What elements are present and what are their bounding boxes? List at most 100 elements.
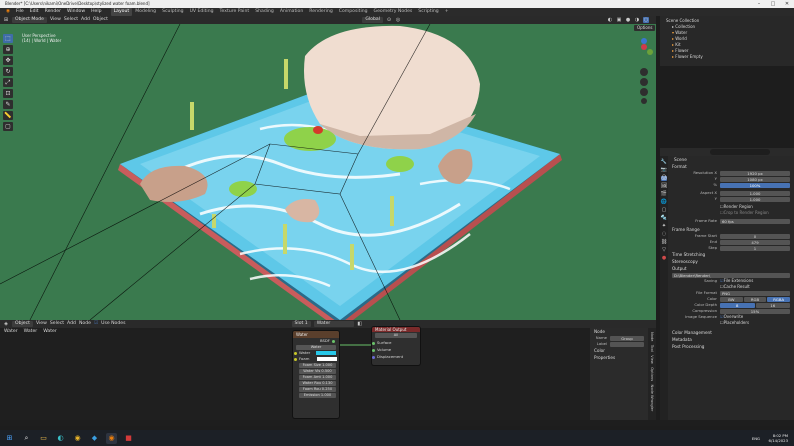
volume-socket[interactable] (372, 348, 375, 352)
output-path-input[interactable]: D:\Blender\Render\ (672, 272, 790, 278)
add-workspace-button[interactable]: + (442, 8, 452, 16)
select-box-icon[interactable]: ⬚ (3, 34, 13, 43)
workspace-tab-sculpting[interactable]: Sculpting (159, 8, 186, 16)
object-tab-icon[interactable]: ▢ (662, 208, 667, 213)
node-select-menu[interactable]: Select (50, 321, 64, 327)
select-menu[interactable]: Select (64, 17, 78, 23)
material-tab-icon[interactable]: ● (662, 256, 666, 261)
material-selector[interactable]: Water (313, 321, 354, 327)
surface-socket[interactable] (372, 341, 375, 345)
depth-8-button[interactable]: 8 (720, 302, 755, 308)
slot-selector[interactable]: Slot 1 (291, 321, 311, 327)
color-rgba-button[interactable]: RGBA (767, 296, 791, 302)
metadata-section-header[interactable]: Metadata (668, 336, 794, 343)
language-indicator[interactable]: ENG (752, 436, 760, 441)
output-section-header[interactable]: Output (668, 265, 794, 272)
water-color-socket[interactable] (294, 351, 297, 355)
breadcrumb-item[interactable]: Water (4, 329, 18, 335)
properties-search-input[interactable] (710, 149, 770, 155)
shader-type-selector[interactable]: Object (12, 321, 33, 327)
data-tab-icon[interactable]: ▽ (662, 248, 666, 253)
editor-type-icon[interactable]: ⊞ (3, 17, 9, 23)
close-icon[interactable]: ✕ (780, 0, 794, 8)
node-view-menu[interactable]: View (36, 321, 47, 327)
foam-roughness-field[interactable]: Foam Rou 0.250 (299, 387, 336, 392)
workspace-tab-layout[interactable]: Layout (110, 8, 133, 16)
options-button[interactable]: Options (634, 25, 656, 31)
breadcrumb-item[interactable]: Water (43, 329, 57, 335)
outliner-item[interactable]: ▸ Flower Empty (666, 54, 788, 60)
color-section-header[interactable]: Color (590, 347, 648, 354)
sidebar-tab-node[interactable]: Node (650, 332, 654, 341)
workspace-tab-modeling[interactable]: Modeling (132, 8, 159, 16)
shading-material-icon[interactable]: ◑ (634, 17, 640, 23)
foam-color-swatch[interactable] (317, 357, 338, 361)
target-selector[interactable]: All (375, 333, 417, 338)
sidebar-tab-tool[interactable]: Tool (650, 345, 654, 352)
rotate-icon[interactable]: ↻ (3, 67, 13, 76)
constraints-tab-icon[interactable]: ⛓ (661, 240, 667, 245)
view-layer-tab-icon[interactable]: 🖼 (661, 184, 667, 189)
minimize-icon[interactable]: – (752, 0, 766, 8)
chrome-icon[interactable]: ◉ (72, 433, 83, 444)
sidebar-tab-node-wrangler[interactable]: Node Wrangler (650, 385, 654, 412)
workspace-tab-shading[interactable]: Shading (252, 8, 277, 16)
resolution-x-field[interactable]: 1920 px (720, 170, 790, 176)
sidebar-tab-view[interactable]: View (650, 355, 654, 364)
file-explorer-icon[interactable]: ▭ (38, 433, 49, 444)
cursor-icon[interactable]: ⊕ (3, 45, 13, 54)
add-cube-icon[interactable]: ▢ (3, 122, 13, 131)
color-rgb-button[interactable]: RGB (743, 296, 767, 302)
sidebar-tab-options[interactable]: Options (650, 367, 654, 381)
output-tab-icon[interactable]: 🖨 (660, 176, 668, 181)
properties-section-header[interactable]: Properties (590, 354, 648, 361)
particles-tab-icon[interactable]: ✦ (662, 224, 666, 229)
node-section-header[interactable]: Node (590, 328, 648, 335)
frame-rate-selector[interactable]: 60 fps (720, 218, 790, 224)
transform-orientation-selector[interactable]: Global (362, 17, 383, 23)
aspect-x-field[interactable]: 1.000 (720, 190, 790, 196)
foam-amount-field[interactable]: Foam Amt 1.000 (299, 375, 336, 380)
post-processing-section-header[interactable]: Post Processing (668, 343, 794, 350)
move-icon[interactable]: ✥ (3, 56, 13, 65)
aspect-y-field[interactable]: 1.000 (720, 196, 790, 202)
search-icon[interactable]: ⌕ (21, 433, 32, 444)
menu-render[interactable]: Render (42, 8, 64, 16)
add-menu[interactable]: Add (81, 17, 90, 23)
blender-logo-icon[interactable]: ◉ (3, 8, 13, 16)
view-menu[interactable]: View (50, 17, 61, 23)
color-bw-button[interactable]: BW (720, 296, 743, 302)
stereoscopy-section-header[interactable]: Stereoscopy (668, 258, 794, 265)
snap-icon[interactable]: ⊙ (386, 17, 392, 23)
annotate-icon[interactable]: ✎ (3, 100, 13, 109)
system-clock[interactable]: ENG 8:02 PM 6/14/2023 (752, 433, 788, 443)
workspace-tab-rendering[interactable]: Rendering (306, 8, 335, 16)
shading-rendered-icon[interactable]: ○ (643, 17, 649, 23)
modifier-tab-icon[interactable]: 🔩 (661, 216, 667, 221)
menu-edit[interactable]: Edit (27, 8, 42, 16)
node-add-menu[interactable]: Add (67, 321, 76, 327)
foam-color-socket[interactable] (294, 357, 297, 361)
shading-solid-icon[interactable]: ● (625, 17, 631, 23)
workspace-tab-texture-paint[interactable]: Texture Paint (217, 8, 253, 16)
material-browse-icon[interactable]: ◧ (357, 321, 363, 327)
tool-tab-icon[interactable]: 🔧 (661, 160, 667, 165)
resolution-y-field[interactable]: 1080 px (720, 176, 790, 182)
compression-field[interactable]: 15% (720, 308, 790, 314)
frame-start-field[interactable]: 0 (720, 233, 790, 239)
workspace-tab-scripting[interactable]: Scripting (415, 8, 441, 16)
mode-selector[interactable]: Object Mode (12, 17, 47, 23)
render-tab-icon[interactable]: 📷 (661, 168, 667, 173)
overlay-icon[interactable]: ◐ (607, 17, 613, 23)
depth-16-button[interactable]: 16 (755, 302, 790, 308)
frame-end-field[interactable]: 479 (720, 239, 790, 245)
physics-tab-icon[interactable]: ◌ (662, 232, 666, 237)
vscode-icon[interactable]: ◆ (89, 433, 100, 444)
frame-step-field[interactable]: 1 (720, 245, 790, 251)
node-name-field[interactable]: Group (610, 335, 644, 341)
proportional-edit-icon[interactable]: ◎ (395, 17, 401, 23)
workspace-tab-compositing[interactable]: Compositing (336, 8, 371, 16)
scene-tab-icon[interactable]: 🎬 (661, 192, 667, 197)
format-section-header[interactable]: Format (668, 163, 794, 170)
3d-viewport[interactable]: User Perspective (14) | World | Water Op… (0, 24, 656, 320)
